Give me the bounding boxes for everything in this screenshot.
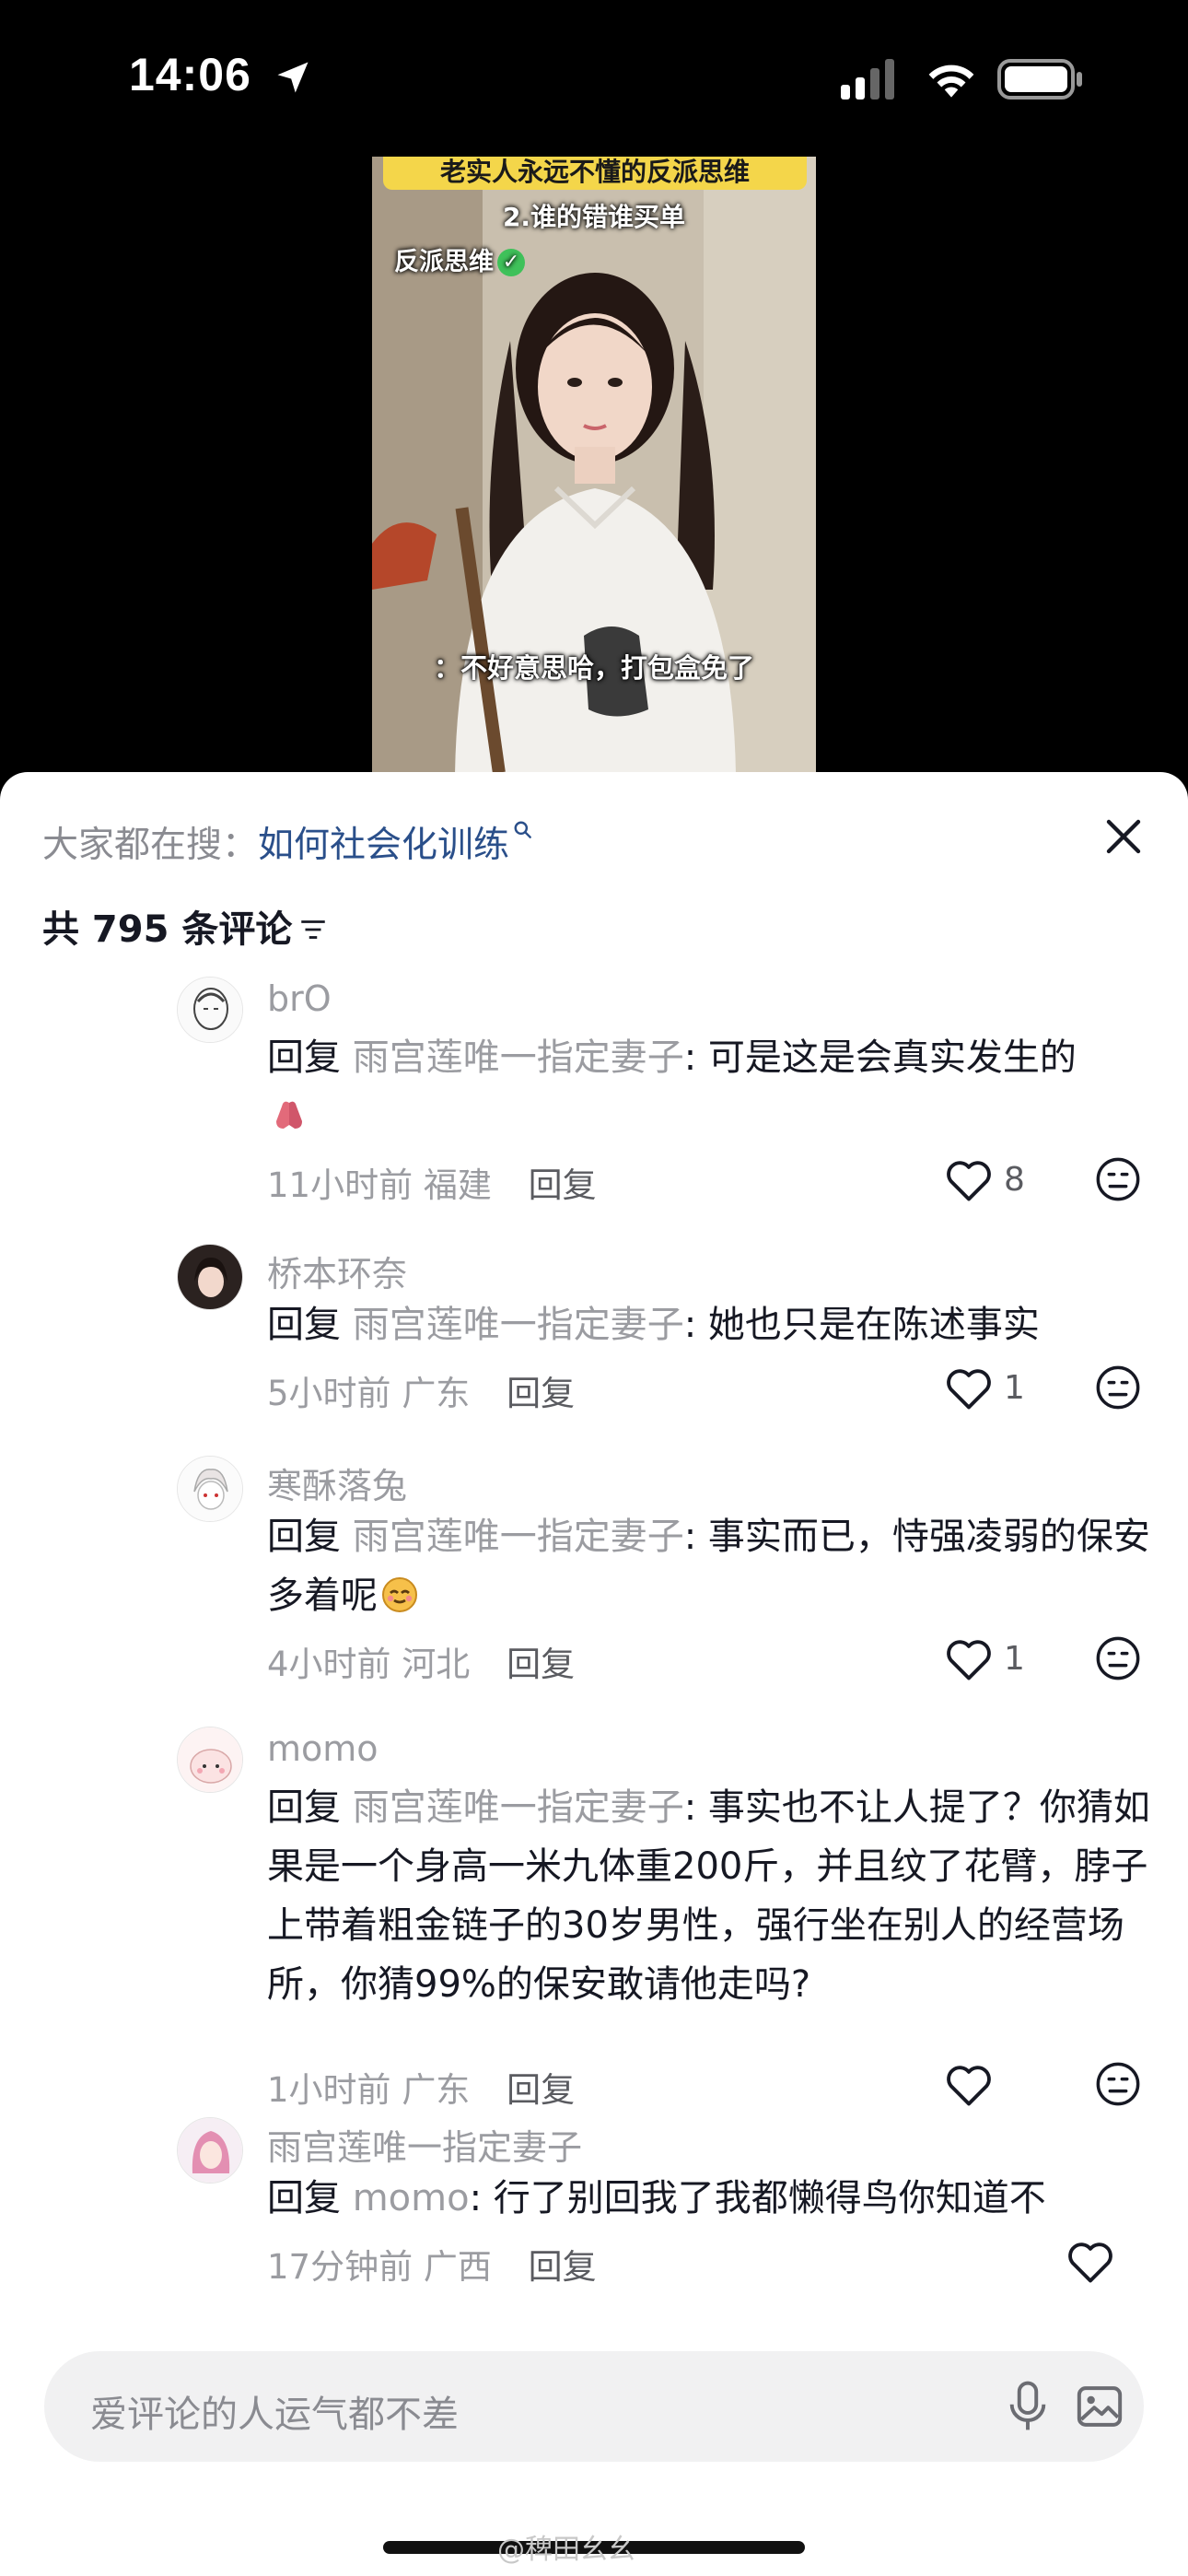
like-count: 1 (1004, 1640, 1025, 1678)
reply-button[interactable]: 回复 (529, 1165, 597, 1205)
heart-icon[interactable] (943, 2062, 995, 2108)
video-subtitle: 2.谁的错谁买单 (502, 202, 686, 232)
status-time: 14:06 (129, 49, 251, 100)
comment-author[interactable]: 桥本环奈 (267, 1246, 407, 1296)
status-bar: 14:06 (0, 0, 1188, 157)
video-banner-title: 老实人永远不懂的反派思维 (383, 157, 807, 190)
comment-author[interactable]: 寒酥落兔 (267, 1458, 407, 1508)
comment-author[interactable]: brO (267, 978, 332, 1019)
comment-location: 广东 (402, 2070, 471, 2110)
wifi-icon (928, 64, 974, 98)
comment-time: 4小时前 (267, 1645, 391, 1684)
heart-icon[interactable] (1065, 2239, 1116, 2285)
comment-text: 回复 雨宫莲唯一指定妻子: 事实也不让人提了？你猜如果是一个身高一米九体重200… (267, 1778, 1151, 2014)
reply-button[interactable]: 回复 (507, 1645, 575, 1684)
close-icon[interactable] (1101, 814, 1146, 859)
comment-time: 11小时前 (267, 1165, 413, 1205)
check-icon: ✓ (497, 249, 525, 276)
search-icon (514, 821, 531, 838)
microphone-icon[interactable] (1002, 2379, 1054, 2434)
dislike-face-icon[interactable] (1094, 1634, 1142, 1682)
comment-time: 5小时前 (267, 1374, 391, 1413)
comment-body: : 可是这是会真实发生的 (683, 1036, 1077, 1079)
comment-text: 回复 momo: 行了别回我了我都懒得鸟你知道不 (267, 2169, 1151, 2228)
reply-target[interactable]: 雨宫莲唯一指定妻子 (353, 1786, 684, 1829)
like-count: 1 (1004, 1369, 1025, 1407)
dislike-face-icon[interactable] (1094, 1364, 1142, 1411)
trending-search[interactable]: 大家都在搜：如何社会化训练 (42, 816, 533, 868)
battery-icon (997, 59, 1082, 100)
video-tag-label: 反派思维 (394, 248, 494, 276)
video-player[interactable]: 老实人永远不懂的反派思维 2.谁的错谁买单 反派思维 ✓ ：不好意思哈，打包盒免了 (0, 157, 1188, 774)
image-icon[interactable] (1074, 2381, 1125, 2432)
comment-count: 共 795 条评论 (42, 899, 329, 953)
location-arrow-icon (277, 62, 309, 93)
comment-time: 17分钟前 (267, 2247, 413, 2287)
dislike-face-icon[interactable] (1094, 1155, 1142, 1203)
heart-icon[interactable] (943, 1365, 995, 1411)
comment-time: 1小时前 (267, 2070, 391, 2110)
comment-meta: 4小时前 河北 回复 (267, 1636, 575, 1686)
comment-input[interactable]: 爱评论的人运气都不差 (44, 2351, 1144, 2462)
reply-prefix: 回复 (267, 1516, 341, 1558)
comment-text: 回复 雨宫莲唯一指定妻子: 可是这是会真实发生的 (267, 1028, 1151, 1146)
comment-meta: 11小时前 福建 回复 (267, 1157, 597, 1207)
reply-prefix: 回复 (267, 1786, 341, 1829)
smug-face-emoji-icon (382, 1577, 417, 1612)
comment-author[interactable]: 雨宫莲唯一指定妻子 (267, 2119, 582, 2170)
reply-prefix: 回复 (267, 2177, 341, 2219)
reply-target[interactable]: 雨宫莲唯一指定妻子 (353, 1304, 684, 1346)
folded-hands-emoji-icon (276, 1101, 302, 1129)
comment-location: 广东 (402, 1374, 471, 1413)
cellular-signal-icon (841, 59, 894, 100)
reply-button[interactable]: 回复 (529, 2247, 597, 2287)
avatar[interactable] (177, 977, 243, 1043)
avatar[interactable] (177, 1456, 243, 1522)
reply-target[interactable]: momo (353, 2177, 470, 2219)
reply-target[interactable]: 雨宫莲唯一指定妻子 (353, 1516, 684, 1558)
comment-input-placeholder: 爱评论的人运气都不差 (90, 2394, 459, 2436)
trending-search-query[interactable]: 如何社会化训练 (258, 825, 509, 866)
video-frame[interactable]: 老实人永远不懂的反派思维 2.谁的错谁买单 反派思维 ✓ ：不好意思哈，打包盒免了 (372, 157, 816, 774)
comment-location: 广西 (423, 2247, 492, 2287)
comment-meta: 5小时前 广东 回复 (267, 1365, 575, 1415)
sort-icon[interactable] (297, 914, 329, 945)
comment-meta: 1小时前 广东 回复 (267, 2062, 575, 2112)
heart-icon[interactable] (943, 1157, 995, 1203)
reply-button[interactable]: 回复 (507, 2070, 575, 2110)
like-count: 8 (1004, 1161, 1025, 1199)
watermark: @稗田幺幺 (497, 2534, 635, 2566)
reply-prefix: 回复 (267, 1036, 341, 1079)
reply-prefix: 回复 (267, 1304, 341, 1346)
comment-location: 福建 (423, 1165, 492, 1205)
comment-meta: 17分钟前 广西 回复 (267, 2239, 597, 2289)
comment-count-label: 共 795 条评论 (42, 908, 293, 951)
reply-button[interactable]: 回复 (507, 1374, 575, 1413)
video-caption: ：不好意思哈，打包盒免了 (433, 652, 754, 684)
comment-body: : 她也只是在陈述事实 (683, 1304, 1040, 1346)
avatar[interactable] (177, 2117, 243, 2184)
comment-text: 回复 雨宫莲唯一指定妻子: 事实而已，恃强凌弱的保安多着呢 (267, 1507, 1151, 1625)
heart-icon[interactable] (943, 1636, 995, 1682)
comment-sheet: 大家都在搜：如何社会化训练 共 795 条评论 brO 回复 雨宫莲唯一指定妻子… (0, 772, 1188, 2576)
trending-search-prefix: 大家都在搜： (42, 825, 259, 866)
comment-location: 河北 (402, 1645, 471, 1684)
reply-target[interactable]: 雨宫莲唯一指定妻子 (353, 1036, 684, 1079)
comment-body: : 行了别回我了我都懒得鸟你知道不 (469, 2177, 1046, 2219)
comment-author[interactable]: momo (267, 1728, 379, 1769)
avatar[interactable] (177, 1727, 243, 1793)
video-tag: 反派思维 ✓ (394, 241, 525, 277)
comment-text: 回复 雨宫莲唯一指定妻子: 她也只是在陈述事实 (267, 1295, 1151, 1354)
dislike-face-icon[interactable] (1094, 2060, 1142, 2108)
avatar[interactable] (177, 1244, 243, 1310)
